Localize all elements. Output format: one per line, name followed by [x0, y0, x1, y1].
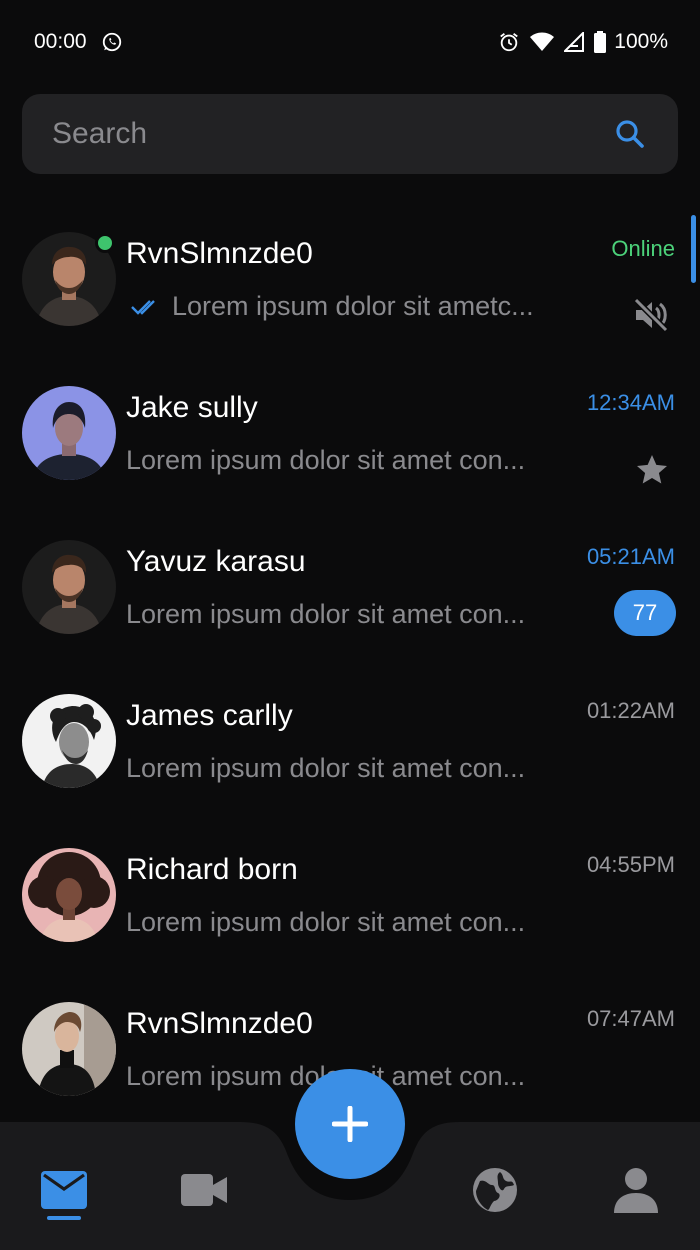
- read-ticks-icon: [131, 300, 155, 315]
- avatar: [22, 1002, 116, 1096]
- avatar: [22, 848, 116, 942]
- muted-icon: [632, 296, 670, 334]
- wifi-icon: [530, 32, 555, 51]
- mail-icon: [41, 1171, 87, 1209]
- chat-preview: Lorem ipsum dolor sit amet con...: [126, 753, 526, 783]
- chat-name: Richard born: [126, 853, 298, 886]
- whatsapp-icon: [102, 32, 122, 52]
- signal-icon: [564, 32, 585, 52]
- search-input[interactable]: [52, 94, 592, 174]
- chat-list: RvnSlmnzde0 Lorem ipsum dolor sit ametc.…: [0, 200, 700, 1122]
- chat-item[interactable]: RvnSlmnzde0 Lorem ipsum dolor sit ametc.…: [0, 200, 700, 354]
- chat-item[interactable]: Yavuz karasu Lorem ipsum dolor sit amet …: [0, 508, 700, 662]
- chat-name: RvnSlmnzde0: [126, 1007, 313, 1040]
- nav-item-explore[interactable]: [467, 1162, 523, 1218]
- chat-name: James carlly: [126, 699, 293, 732]
- chat-name: Yavuz karasu: [126, 545, 306, 578]
- scrollbar[interactable]: [691, 215, 696, 283]
- status-time: 00:00: [34, 30, 87, 53]
- chat-preview: Lorem ipsum dolor sit ametc...: [172, 291, 534, 321]
- unread-badge: 77: [614, 590, 676, 636]
- avatar: [22, 694, 116, 788]
- active-indicator: [47, 1216, 81, 1220]
- chat-preview: Lorem ipsum dolor sit amet con...: [126, 445, 526, 475]
- avatar: [22, 540, 116, 634]
- alarm-icon: [500, 33, 519, 52]
- plus-icon: [332, 1106, 368, 1142]
- chat-name: RvnSlmnzde0: [126, 237, 313, 270]
- chat-item[interactable]: James carlly Lorem ipsum dolor sit amet …: [0, 662, 700, 816]
- chat-name: Jake sully: [126, 391, 258, 424]
- chat-time: 04:55PM: [586, 852, 675, 877]
- nav-item-messages[interactable]: [36, 1162, 92, 1218]
- new-chat-button[interactable]: [295, 1069, 405, 1179]
- chat-time: 12:34AM: [586, 390, 675, 415]
- status-bar: 00:00 100%: [0, 0, 700, 86]
- battery-percent: 100%: [614, 30, 668, 53]
- chat-time: 07:47AM: [586, 1006, 675, 1031]
- online-indicator: [95, 233, 115, 253]
- search-bar[interactable]: [22, 94, 678, 174]
- nav-item-video[interactable]: [176, 1162, 232, 1218]
- chat-item[interactable]: Richard born Lorem ipsum dolor sit amet …: [0, 816, 700, 970]
- profile-icon: [614, 1168, 658, 1213]
- chat-item[interactable]: Jake sully Lorem ipsum dolor sit amet co…: [0, 354, 700, 508]
- chat-preview: Lorem ipsum dolor sit amet con...: [126, 907, 526, 937]
- nav-item-profile[interactable]: [608, 1162, 664, 1218]
- battery-icon: [594, 31, 607, 53]
- chat-preview: Lorem ipsum dolor sit amet con...: [126, 599, 526, 629]
- chat-status: Online: [611, 236, 675, 261]
- search-icon[interactable]: [614, 118, 646, 150]
- chat-time: 01:22AM: [586, 698, 675, 723]
- video-icon: [181, 1174, 227, 1206]
- star-icon: [637, 455, 667, 484]
- avatar: [22, 386, 116, 480]
- chat-time: 05:21AM: [586, 544, 675, 569]
- globe-icon: [473, 1168, 517, 1212]
